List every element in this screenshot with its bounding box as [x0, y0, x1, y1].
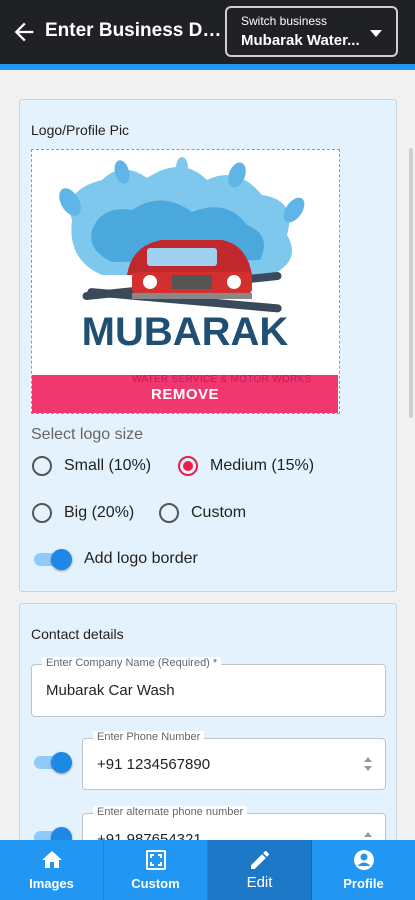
switch-business-value: Mubarak Water...	[241, 32, 360, 49]
contact-card: Contact details Enter Company Name (Requ…	[19, 603, 397, 840]
radio-medium[interactable]: Medium (15%)	[178, 456, 314, 476]
radio-button[interactable]	[32, 456, 52, 476]
logo-card: Logo/Profile Pic MUBARAK WATER SERVICE &…	[19, 99, 397, 592]
scroll-content[interactable]: Logo/Profile Pic MUBARAK WATER SERVICE &…	[0, 70, 415, 840]
back-arrow-icon[interactable]	[10, 18, 38, 46]
logo-border-toggle-row[interactable]: Add logo border	[32, 548, 198, 570]
logo-subtitle: WATER SERVICE & MOTOR WORKS	[132, 374, 312, 385]
radio-label: Small (10%)	[64, 457, 152, 474]
radio-big[interactable]: Big (20%)	[32, 503, 134, 523]
nav-images[interactable]: Images	[0, 840, 104, 900]
radio-custom[interactable]: Custom	[159, 503, 246, 523]
pencil-icon	[250, 850, 269, 869]
page-title: Enter Business De...	[45, 20, 225, 41]
nav-label: Edit	[246, 874, 273, 891]
radio-small[interactable]: Small (10%)	[32, 456, 151, 476]
nav-label: Custom	[131, 876, 180, 891]
alt-phone-toggle[interactable]	[32, 826, 72, 840]
company-name-label: Enter Company Name (Required) *	[42, 657, 222, 669]
company-name-value: Mubarak Car Wash	[46, 682, 175, 699]
nav-edit[interactable]: Edit	[208, 840, 312, 900]
alternate-phone-label: Enter alternate phone number	[93, 806, 248, 818]
nav-profile[interactable]: Profile	[312, 840, 415, 900]
business-logo-image: MUBARAK	[59, 157, 305, 354]
radio-label: Big (20%)	[64, 504, 135, 521]
scrollbar[interactable]	[409, 148, 413, 418]
number-stepper-icon[interactable]	[361, 829, 375, 840]
logo-wordmark: MUBARAK	[82, 310, 289, 354]
home-icon	[41, 851, 62, 868]
radio-button[interactable]	[159, 503, 179, 523]
number-stepper-icon[interactable]	[361, 754, 375, 774]
person-icon	[353, 850, 374, 870]
alternate-phone-field[interactable]: Enter alternate phone number +91 9876543…	[82, 806, 386, 840]
radio-label: Custom	[191, 504, 247, 521]
nav-label: Profile	[343, 876, 384, 891]
logo-upload-box[interactable]: MUBARAK WATER SERVICE & MOTOR WORKS REMO…	[31, 149, 340, 414]
radio-label: Medium (15%)	[210, 457, 315, 474]
radio-button-selected[interactable]	[178, 456, 198, 476]
nav-label: Images	[29, 876, 74, 891]
logo-section-label: Logo/Profile Pic	[31, 122, 130, 138]
company-name-field[interactable]: Enter Company Name (Required) * Mubarak …	[31, 657, 386, 717]
contact-section-label: Contact details	[31, 626, 124, 642]
bottom-navigation: Images Custom Edit Profile	[0, 840, 415, 900]
phone-number-label: Enter Phone Number	[93, 731, 205, 743]
radio-button[interactable]	[32, 503, 52, 523]
logo-border-label: Add logo border	[84, 550, 198, 567]
phone-toggle[interactable]	[32, 751, 72, 773]
logo-size-label: Select logo size	[31, 426, 144, 443]
phone-number-field[interactable]: Enter Phone Number +91 1234567890	[82, 731, 386, 790]
switch-business-dropdown[interactable]: Switch business Mubarak Water...	[225, 6, 398, 57]
dropdown-caret-icon	[370, 30, 382, 37]
phone-number-value: +91 1234567890	[97, 756, 211, 773]
logo-border-toggle[interactable]	[32, 548, 72, 570]
top-app-bar: Enter Business De... Switch business Mub…	[0, 0, 415, 64]
nav-custom[interactable]: Custom	[104, 840, 208, 900]
switch-business-label: Switch business	[241, 14, 328, 28]
alternate-phone-value: +91 987654321	[97, 831, 202, 840]
crop-icon	[145, 850, 166, 870]
